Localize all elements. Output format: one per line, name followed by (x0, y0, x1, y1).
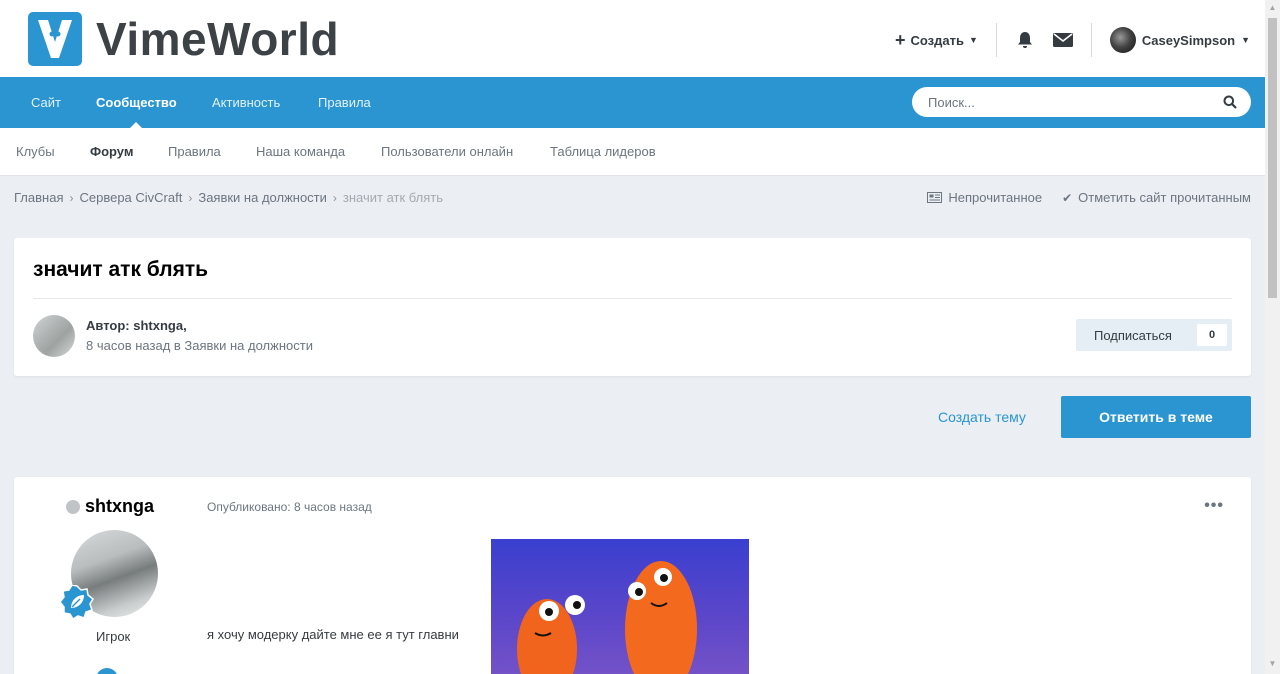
scroll-down-icon[interactable]: ▼ (1268, 658, 1277, 670)
breadcrumb-civcraft[interactable]: Сервера CivCraft (79, 190, 182, 205)
follow-button[interactable]: Подписаться 0 (1076, 319, 1232, 351)
create-menu-button[interactable]: + Создать ▼ (895, 23, 997, 57)
subnav-item-team[interactable]: Наша команда (256, 128, 345, 176)
messages-button[interactable] (1045, 23, 1081, 57)
subnav-item-forum[interactable]: Форум (90, 128, 133, 176)
search-box (912, 87, 1251, 117)
search-input[interactable] (928, 87, 1218, 117)
user-menu-button[interactable]: CaseySimpson ▼ (1092, 27, 1250, 53)
site-logo[interactable]: VimeWorld (28, 12, 339, 66)
scroll-up-icon[interactable]: ▲ (1268, 2, 1277, 14)
secondary-nav: Клубы Форум Правила Наша команда Пользов… (0, 128, 1265, 176)
reputation-icon (96, 668, 118, 674)
nav-item-site[interactable]: Сайт (31, 77, 61, 128)
newspaper-icon (927, 192, 943, 203)
post-menu-button[interactable]: ••• (1204, 497, 1224, 515)
username-label: CaseySimpson (1141, 32, 1236, 48)
divider (33, 298, 1232, 299)
offline-status-icon (66, 499, 80, 514)
rank-leaf-icon (60, 585, 94, 619)
nav-item-rules[interactable]: Правила (318, 77, 371, 128)
mark-read-link[interactable]: ✔ Отметить сайт прочитанным (1062, 190, 1251, 205)
avatar (1109, 27, 1136, 53)
notifications-button[interactable] (1007, 23, 1043, 57)
post-author-role: Игрок (96, 629, 131, 644)
author-avatar[interactable] (33, 315, 75, 357)
subnav-item-online-users[interactable]: Пользователи онлайн (381, 128, 513, 176)
notification-icons (997, 23, 1092, 57)
chevron-down-icon: ▼ (1241, 35, 1250, 45)
envelope-icon (1052, 33, 1073, 47)
scroll-thumb[interactable] (1268, 18, 1277, 298)
mark-read-label: Отметить сайт прочитанным (1078, 190, 1251, 205)
subnav-item-leaderboard[interactable]: Таблица лидеров (550, 128, 656, 176)
post-author: shtxnga (66, 496, 154, 517)
breadcrumb-actions: Непрочитанное ✔ Отметить сайт прочитанны… (927, 190, 1251, 205)
subnav-item-rules[interactable]: Правила (168, 128, 221, 176)
search-icon[interactable] (1223, 95, 1237, 109)
reply-button[interactable]: Ответить в теме (1061, 396, 1251, 438)
unread-label: Непрочитанное (948, 190, 1043, 205)
topic-meta: 8 часов назад в Заявки на должности (86, 338, 313, 353)
post-author-name[interactable]: shtxnga (85, 496, 154, 517)
unread-link[interactable]: Непрочитанное (927, 190, 1042, 205)
follow-label: Подписаться (1094, 327, 1172, 343)
primary-nav: Сайт Сообщество Активность Правила (0, 77, 1265, 128)
cartoon-characters-image (517, 561, 697, 674)
breadcrumb-current: значит атк блять (342, 190, 443, 205)
chevron-right-icon: › (332, 190, 337, 205)
topic-author[interactable]: Автор: shtxnga, (86, 318, 187, 333)
post-date: Опубликовано: 8 часов назад (207, 500, 372, 514)
follower-count-badge: 0 (1197, 324, 1227, 346)
post-image[interactable] (491, 539, 749, 674)
page-title: значит атк блять (33, 258, 209, 281)
breadcrumb-applications[interactable]: Заявки на должности (198, 190, 327, 205)
bell-icon (1017, 32, 1032, 48)
plus-icon: + (894, 30, 906, 50)
chevron-right-icon: › (188, 190, 193, 205)
logo-icon (28, 12, 82, 66)
chevron-right-icon: › (69, 190, 74, 205)
subnav-item-clubs[interactable]: Клубы (16, 128, 55, 176)
checkmark-icon: ✔ (1062, 190, 1073, 205)
post-text: я хочу модерку дайте мне ее я тут главни (207, 627, 459, 642)
topic-header: значит атк блять Автор: shtxnga, 8 часов… (14, 238, 1251, 376)
create-label: Создать (910, 32, 964, 48)
page-scrollbar[interactable]: ▲ ▼ (1265, 0, 1280, 674)
create-topic-link[interactable]: Создать тему (938, 409, 1026, 425)
forum-post: shtxnga Игрок Опубликовано: 8 часов наза… (14, 477, 1251, 674)
site-header: VimeWorld + Создать ▼ CaseySimpson ▼ (0, 0, 1265, 77)
chevron-down-icon: ▼ (968, 35, 978, 45)
logo-text: VimeWorld (96, 13, 340, 65)
nav-item-community[interactable]: Сообщество (96, 77, 177, 128)
nav-item-activity[interactable]: Активность (212, 77, 280, 128)
breadcrumb-home[interactable]: Главная (14, 190, 63, 205)
breadcrumb: Главная › Сервера CivCraft › Заявки на д… (14, 190, 443, 205)
user-bar: + Создать ▼ CaseySimpson ▼ (895, 22, 1250, 58)
